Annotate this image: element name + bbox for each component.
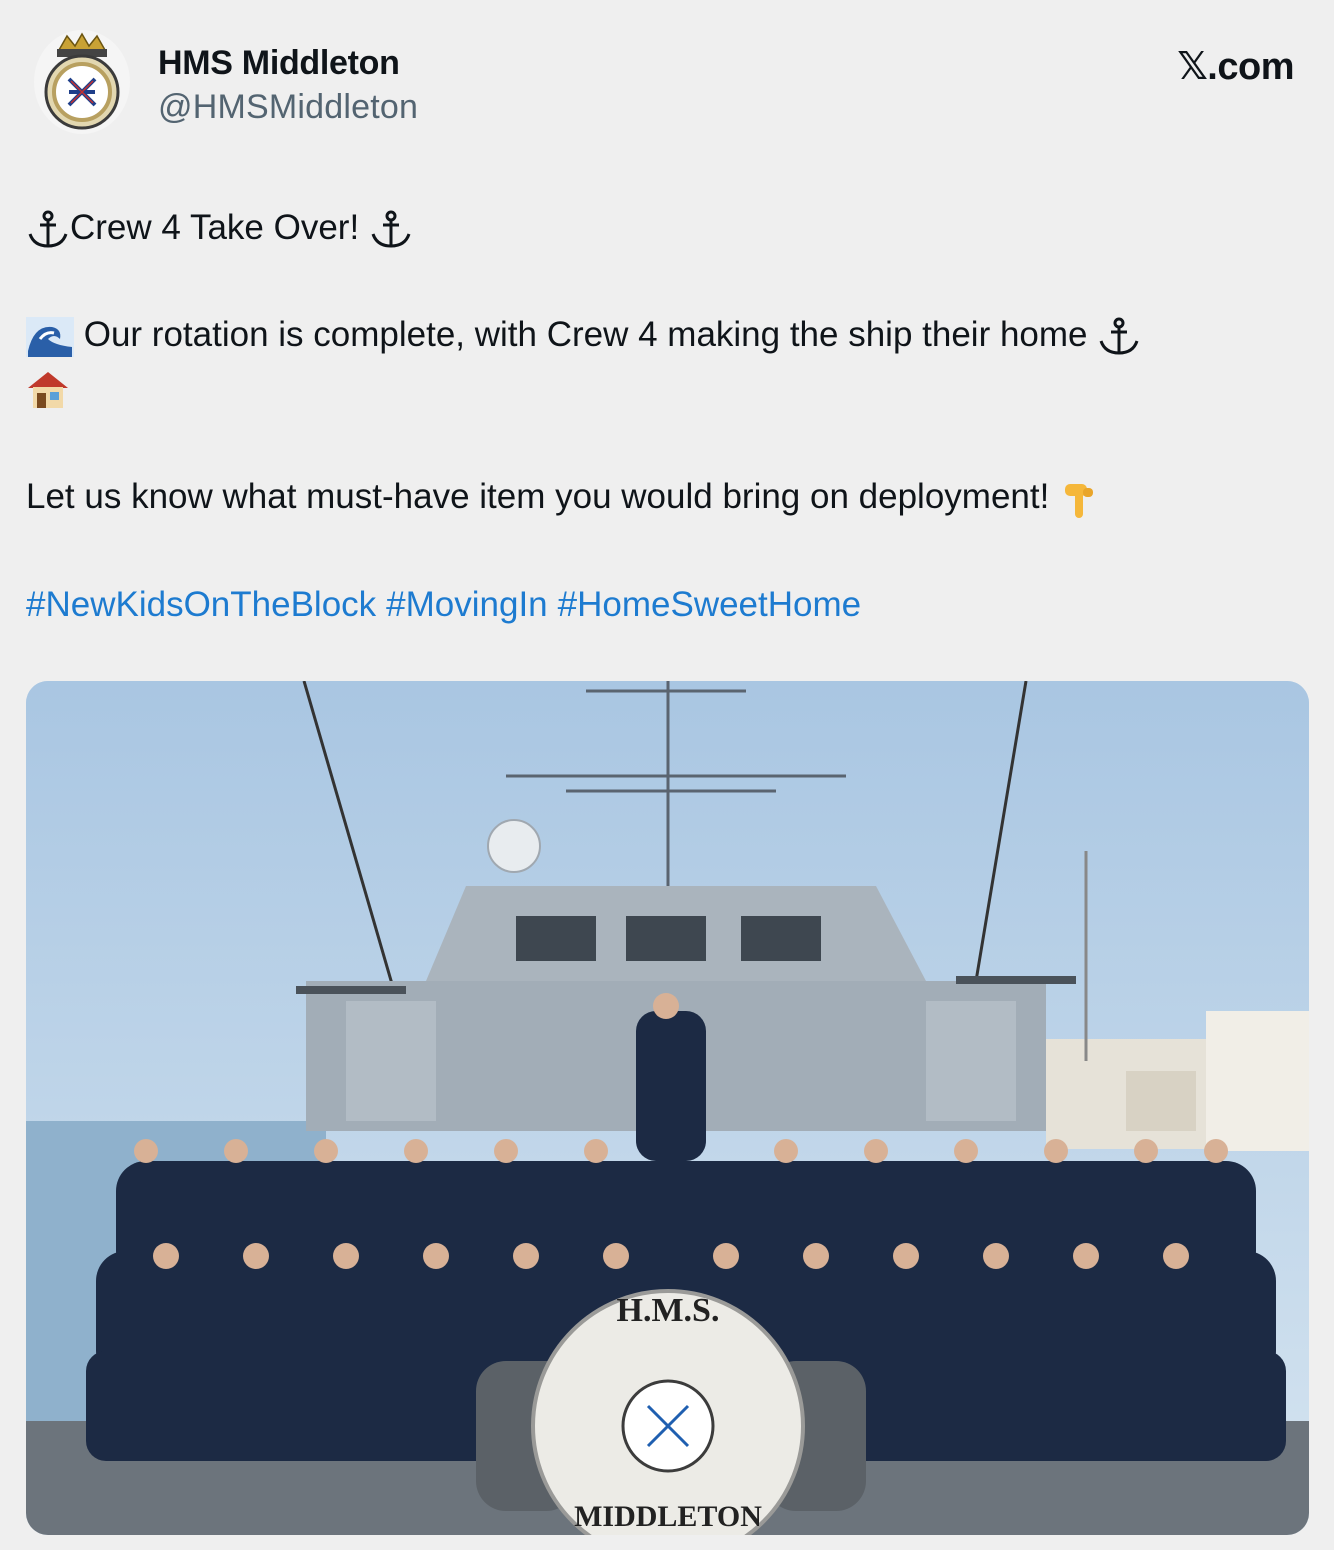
pointing-down-icon [1065,483,1094,518]
bollard-label-top: H.M.S. [617,1292,720,1329]
post-line-1-text: Crew 4 Take Over! [70,208,360,247]
anchor-icon [1099,317,1139,355]
hashtag-link[interactable]: #MovingIn [386,585,547,624]
post-line-1: Crew 4 Take Over! [26,207,1316,250]
post-line-2: Our rotation is complete, with Crew 4 ma… [26,314,1316,357]
author-handle[interactable]: @HMSMiddleton [158,88,418,127]
hashtag-list: #NewKidsOnTheBlock #MovingIn #HomeSweetHom… [26,584,1316,626]
hashtag-link[interactable]: #NewKidsOnTheBlock [26,585,376,624]
post-line-3-text: Let us know what must-have item you woul… [26,477,1050,516]
ship-crest-icon [44,32,120,130]
house-icon [28,371,68,408]
avatar[interactable] [34,30,130,134]
site-brand-logo[interactable]: 𝕏.com [1177,44,1294,89]
bollard-label-bottom: MIDDLETON [574,1500,762,1533]
post-line-2-continued [26,366,1316,410]
post-line-3: Let us know what must-have item you woul… [26,476,1316,520]
author-display-name[interactable]: HMS Middleton [158,44,400,83]
anchor-icon [28,210,68,248]
post-media-photo[interactable]: H.M.S. MIDDLETON [26,681,1309,1535]
anchor-icon [371,210,411,248]
hashtag-link[interactable]: #HomeSweetHome [558,585,861,624]
wave-icon [26,316,74,357]
post-line-2-text: Our rotation is complete, with Crew 4 ma… [83,315,1088,354]
post-header: HMS Middleton @HMSMiddleton 𝕏.com [0,0,1334,160]
radar-dome [487,819,541,873]
